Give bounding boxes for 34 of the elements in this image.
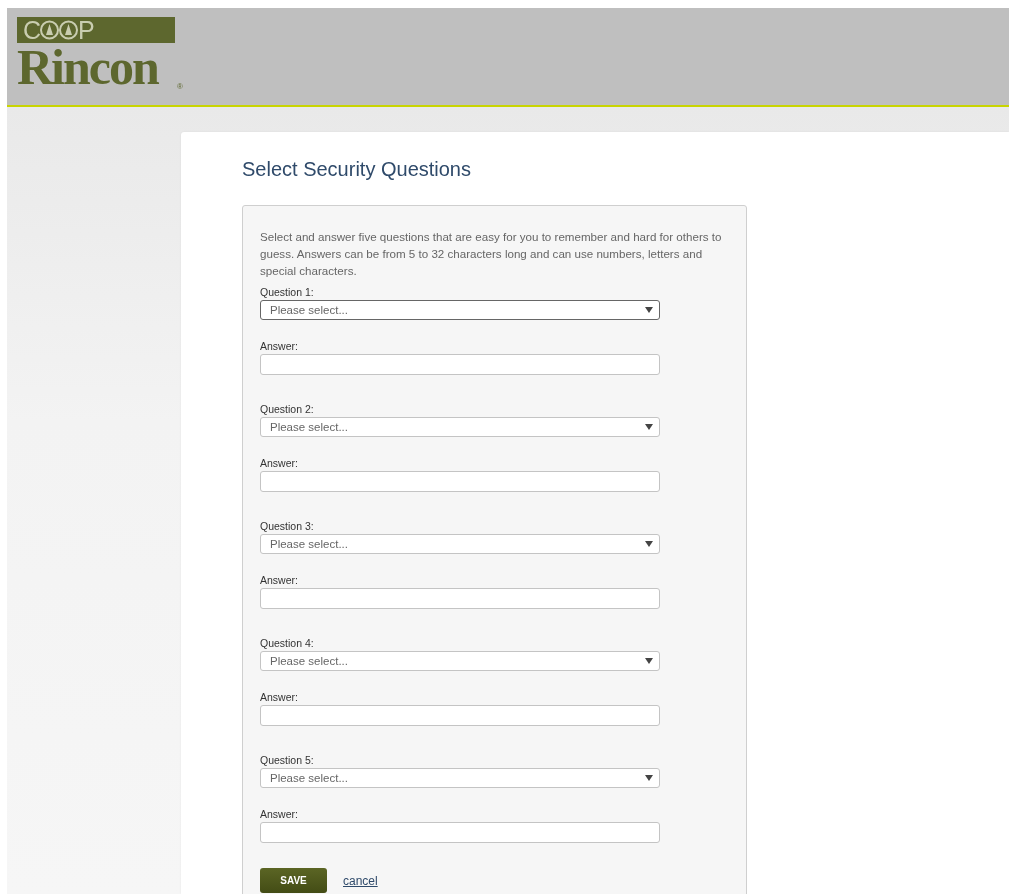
page-title: Select Security Questions — [242, 158, 472, 181]
instructions-text: Select and answer five questions that are easy for you to remember and hard for others to guess. Answers can be from 5 to 32 characters long and can use numbers, letters and special characters. — [260, 229, 723, 279]
dropdown-arrow-icon — [645, 775, 653, 781]
field-label: Question 2: — [260, 403, 314, 415]
field-label: Question 4: — [260, 637, 314, 649]
field-label: Answer: — [260, 340, 298, 352]
answer-field[interactable] — [260, 705, 660, 726]
logo-text: P — [78, 17, 94, 43]
cancel-link[interactable]: cancel — [343, 873, 378, 888]
question-dropdown[interactable]: Please select... — [260, 300, 660, 320]
answer-field[interactable] — [260, 354, 660, 375]
dropdown-arrow-icon — [645, 424, 653, 430]
logo-text: C — [23, 17, 41, 43]
field-label: Question 1: — [260, 286, 314, 298]
field-label: Answer: — [260, 691, 298, 703]
question-dropdown[interactable]: Please select... — [260, 417, 660, 437]
field-label: Question 3: — [260, 520, 314, 532]
tree-logo-icon — [40, 20, 79, 40]
answer-field[interactable] — [260, 822, 660, 843]
field-label: Answer: — [260, 574, 298, 586]
answer-field[interactable] — [260, 471, 660, 492]
field-label: Answer: — [260, 457, 298, 469]
field-label: Question 5: — [260, 754, 314, 766]
dropdown-arrow-icon — [645, 307, 653, 313]
question-dropdown[interactable]: Please select... — [260, 768, 660, 788]
answer-field[interactable] — [260, 588, 660, 609]
question-dropdown[interactable]: Please select... — [260, 651, 660, 671]
registered-mark: ® — [177, 82, 183, 91]
save-button[interactable]: SAVE — [260, 868, 327, 893]
logo-text: Rincon — [17, 43, 158, 91]
question-dropdown[interactable]: Please select... — [260, 534, 660, 554]
dropdown-arrow-icon — [645, 541, 653, 547]
dropdown-arrow-icon — [645, 658, 653, 664]
field-label: Answer: — [260, 808, 298, 820]
